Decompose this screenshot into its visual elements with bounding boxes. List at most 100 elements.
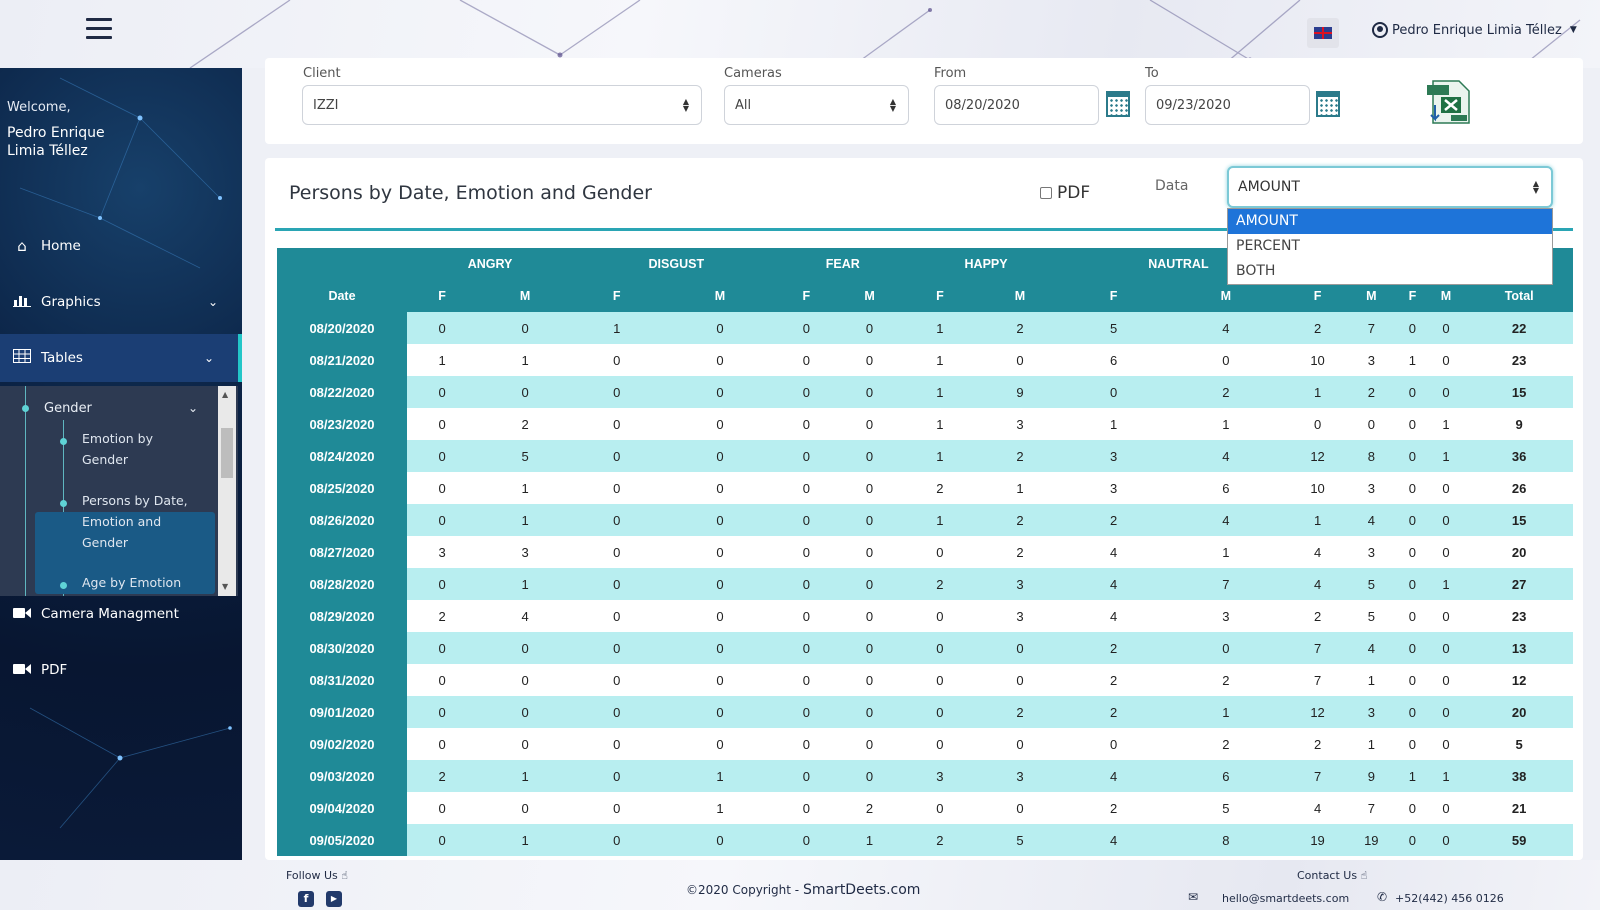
youtube-icon[interactable]: ▶ — [326, 891, 342, 907]
total-cell: 23 — [1465, 600, 1573, 632]
value-cell: 0 — [906, 536, 974, 568]
value-cell: 0 — [779, 440, 834, 472]
checkbox-box[interactable] — [1040, 187, 1052, 199]
value-cell: 2 — [1066, 792, 1162, 824]
user-menu[interactable]: Pedro Enrique Limia Téllez ▼ — [1372, 22, 1577, 38]
table-row: 08/20/2020 0 0 1 0 0 0 1 2 5 4 2 7 0 0 22 — [277, 312, 1573, 344]
value-cell: 0 — [1398, 504, 1427, 536]
female-header: F — [1066, 280, 1162, 312]
submenu-item-persons-by-date[interactable]: Persons by Date, Emotion and Gender — [82, 490, 202, 553]
to-date-input[interactable]: 09/23/2020 — [1145, 85, 1310, 125]
total-cell: 23 — [1465, 344, 1573, 376]
value-cell: 0 — [407, 408, 478, 440]
value-cell: 1 — [1426, 568, 1466, 600]
date-cell: 08/27/2020 — [277, 536, 407, 568]
value-cell: 4 — [1161, 440, 1291, 472]
value-cell: 4 — [1290, 536, 1345, 568]
value-cell: 0 — [779, 824, 834, 856]
value-cell: 0 — [660, 728, 780, 760]
pdf-checkbox[interactable]: PDF — [1040, 183, 1090, 203]
brand-link[interactable]: SmartDeets.com — [803, 882, 921, 898]
sidebar-item-pdf[interactable]: PDF — [0, 646, 242, 694]
value-cell: 3 — [1344, 344, 1399, 376]
value-cell: 2 — [407, 600, 478, 632]
value-cell: 0 — [1398, 536, 1427, 568]
value-cell: 5 — [973, 824, 1067, 856]
female-header: F — [779, 280, 834, 312]
date-cell: 09/04/2020 — [277, 792, 407, 824]
value-cell: 1 — [906, 376, 974, 408]
dropdown-option-both[interactable]: BOTH — [1228, 259, 1552, 284]
value-cell: 2 — [1344, 376, 1399, 408]
value-cell: 2 — [906, 824, 974, 856]
sidebar-item-camera-managment[interactable]: Camera Managment — [0, 590, 242, 638]
tree-dot — [60, 500, 67, 507]
excel-export-button[interactable] — [1427, 79, 1471, 125]
total-cell: 12 — [1465, 664, 1573, 696]
sidebar-item-label: Graphics — [41, 294, 101, 310]
value-cell: 2 — [1066, 664, 1162, 696]
value-cell: 0 — [573, 728, 661, 760]
date-cell: 09/01/2020 — [277, 696, 407, 728]
client-select[interactable]: IZZI ▲ ▼ — [302, 85, 702, 125]
value-cell: 1 — [477, 504, 574, 536]
value-cell: 0 — [660, 568, 780, 600]
from-date-input[interactable]: 08/20/2020 — [934, 85, 1099, 125]
value-cell: 0 — [833, 376, 907, 408]
sidebar-item-home[interactable]: ⌂ Home — [0, 222, 242, 270]
value-cell: 0 — [1426, 792, 1466, 824]
value-cell: 6 — [1161, 760, 1291, 792]
value-cell: 0 — [1398, 312, 1427, 344]
submenu-gender[interactable]: Gender ⌄ — [0, 392, 218, 424]
dropdown-option-amount[interactable]: AMOUNT — [1228, 209, 1552, 234]
value-cell: 2 — [906, 568, 974, 600]
contact-email[interactable]: hello@smartdeets.com — [1222, 892, 1349, 905]
total-cell: 36 — [1465, 440, 1573, 472]
emotion-header: ANGRY — [407, 248, 574, 280]
submenu-scrollbar[interactable]: ▲ ▼ — [218, 386, 236, 596]
value-cell: 0 — [573, 632, 661, 664]
dropdown-option-percent[interactable]: PERCENT — [1228, 234, 1552, 259]
contact-phone[interactable]: +52(442) 456 0126 — [1395, 892, 1504, 905]
language-button[interactable] — [1307, 18, 1339, 48]
male-header: M — [973, 280, 1067, 312]
value-cell: 0 — [477, 664, 574, 696]
calendar-icon[interactable] — [1316, 91, 1340, 117]
tree-dot — [22, 405, 29, 412]
facebook-icon[interactable]: f — [298, 891, 314, 907]
data-table: ANGRY DISGUST FEAR HAPPY NAUTRAL Date F … — [277, 248, 1573, 856]
date-cell: 08/30/2020 — [277, 632, 407, 664]
total-cell: 15 — [1465, 376, 1573, 408]
value-cell: 9 — [973, 376, 1067, 408]
menu-toggle-button[interactable] — [86, 18, 112, 40]
submenu-item-emotion-by-gender[interactable]: Emotion by Gender — [82, 428, 202, 470]
value-cell: 0 — [833, 440, 907, 472]
sidebar-item-tables[interactable]: Tables ⌄ — [0, 334, 242, 382]
total-cell: 38 — [1465, 760, 1573, 792]
value-cell: 4 — [1161, 504, 1291, 536]
cameras-select[interactable]: All ▲ ▼ — [724, 85, 909, 125]
value-cell: 2 — [973, 312, 1067, 344]
value-cell: 0 — [973, 792, 1067, 824]
value-cell: 1 — [407, 344, 478, 376]
sidebar-item-graphics[interactable]: Graphics ⌄ — [0, 278, 242, 326]
user-name: Pedro Enrique Limia Téllez — [1392, 22, 1562, 38]
data-type-select[interactable]: AMOUNT ▲ ▼ — [1227, 166, 1553, 208]
value-cell: 4 — [1066, 824, 1162, 856]
footer: Follow Us ☝ f ▶ ©2020 Copyright - SmartD… — [0, 860, 1600, 910]
value-cell: 7 — [1344, 792, 1399, 824]
value-cell: 1 — [1344, 664, 1399, 696]
sidebar-item-label: Home — [41, 238, 81, 254]
value-cell: 0 — [573, 440, 661, 472]
value-cell: 0 — [973, 344, 1067, 376]
value-cell: 1 — [906, 344, 974, 376]
value-cell: 12 — [1290, 440, 1345, 472]
contact-us-label: Contact Us ☝ — [1297, 869, 1367, 882]
scroll-thumb[interactable] — [221, 428, 233, 478]
calendar-icon[interactable] — [1106, 91, 1130, 117]
tables-submenu: Gender ⌄ Emotion by Gender Persons by Da… — [0, 386, 238, 596]
value-cell: 1 — [1426, 440, 1466, 472]
scroll-up-icon[interactable]: ▲ — [222, 390, 228, 399]
welcome-user-name: Pedro Enrique Limia Téllez — [7, 125, 105, 159]
value-cell: 0 — [573, 536, 661, 568]
